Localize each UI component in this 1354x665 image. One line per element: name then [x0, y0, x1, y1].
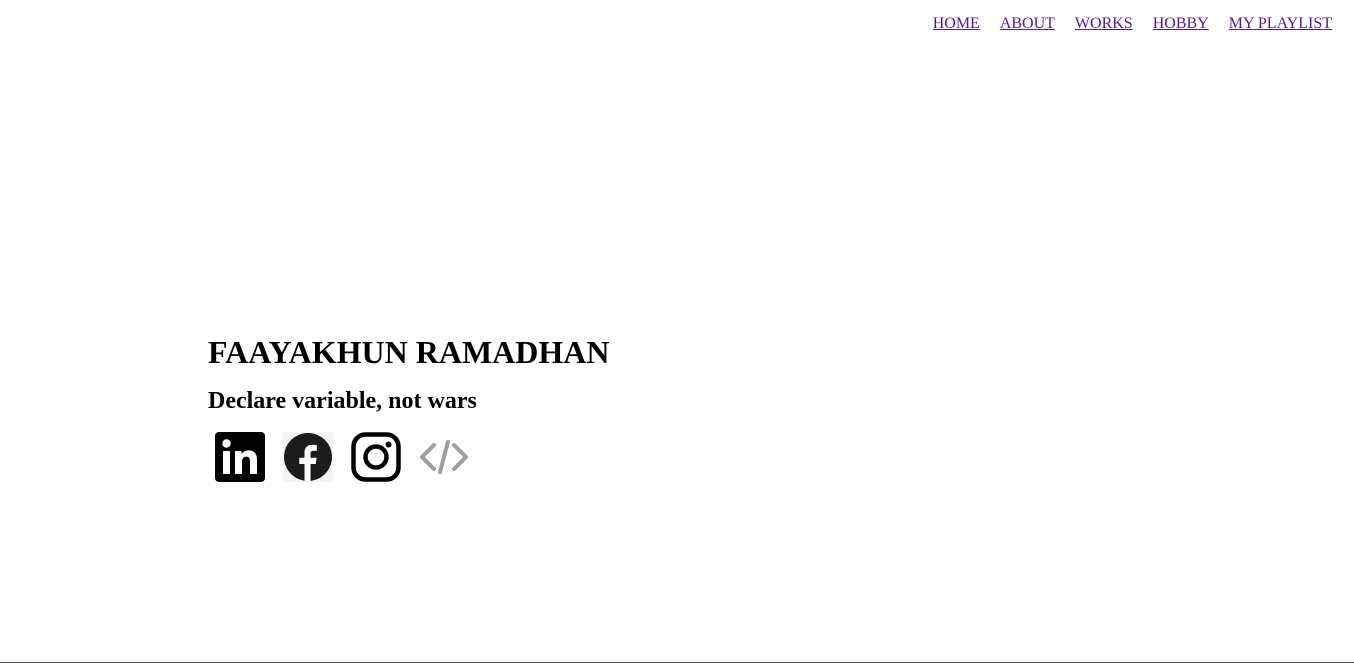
owner-name: FAAYAKHUN RAMADHAN [208, 334, 610, 370]
nav-link-works[interactable]: WORKS [1075, 15, 1133, 33]
facebook-icon [283, 432, 333, 482]
nav-link-my-playlist[interactable]: MY PLAYLIST [1229, 15, 1332, 33]
social-links [215, 432, 609, 482]
code-icon [420, 440, 468, 474]
instagram-link[interactable] [351, 432, 401, 482]
page: HOME ABOUT WORKS HOBBY MY PLAYLIST FAAYA… [0, 0, 1354, 665]
nav-link-about[interactable]: ABOUT [1000, 15, 1055, 33]
linkedin-icon [215, 432, 265, 482]
hero-section: FAAYAKHUN RAMADHAN Declare variable, not… [208, 334, 609, 482]
nav-link-hobby[interactable]: HOBBY [1153, 15, 1209, 33]
bottom-divider [0, 662, 1354, 663]
code-link[interactable] [419, 432, 469, 482]
facebook-link[interactable] [283, 432, 333, 482]
linkedin-link[interactable] [215, 432, 265, 482]
tagline: Declare variable, not wars [208, 388, 477, 414]
nav-link-home[interactable]: HOME [933, 15, 980, 33]
top-nav: HOME ABOUT WORKS HOBBY MY PLAYLIST [933, 15, 1332, 33]
instagram-icon [351, 432, 401, 482]
